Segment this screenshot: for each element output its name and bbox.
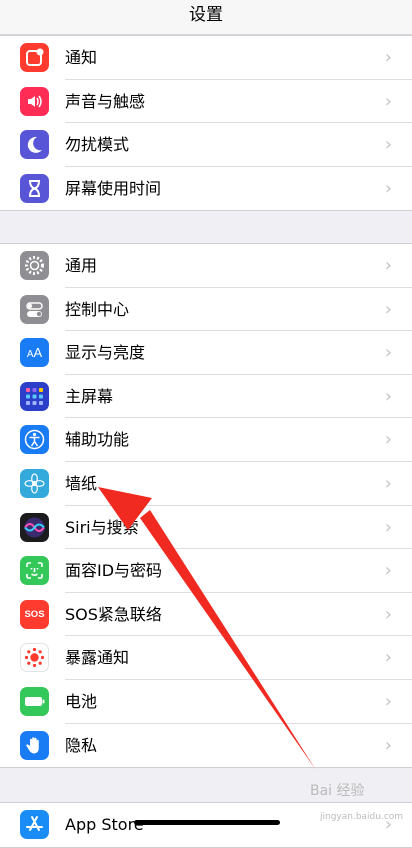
settings-row-home-screen[interactable]: 主屏幕 › (0, 375, 412, 419)
hourglass-icon (20, 173, 49, 203)
row-label: Siri与搜索 (65, 517, 139, 537)
sounds-icon (20, 86, 49, 116)
chevron-right-icon: › (384, 690, 392, 712)
settings-row-exposure-notifications[interactable]: 暴露通知 › (0, 636, 412, 680)
row-label: SOS紧急联络 (65, 604, 162, 624)
row-label: 屏幕使用时间 (65, 178, 162, 198)
settings-row-accessibility[interactable]: 辅助功能 › (0, 418, 412, 462)
exposure-icon (20, 643, 49, 673)
battery-icon (20, 686, 49, 716)
accessibility-icon (20, 425, 49, 455)
sos-icon-text: SOS (24, 608, 45, 620)
settings-row-sounds[interactable]: 声音与触感 › (0, 80, 412, 124)
settings-row-display-brightness[interactable]: AA 显示与亮度 › (0, 331, 412, 375)
row-label: 控制中心 (65, 299, 130, 319)
row-label: 面容ID与密码 (65, 561, 163, 581)
navigation-bar: 设置 (0, 0, 412, 35)
row-label: 勿扰模式 (65, 135, 130, 155)
row-label: 电池 (65, 691, 98, 711)
settings-row-battery[interactable]: 电池 › (0, 680, 412, 724)
row-label: App Store (65, 815, 144, 834)
chevron-right-icon: › (384, 516, 392, 538)
siri-icon (20, 512, 49, 542)
watermark: Bai 经验 (310, 783, 365, 799)
row-label: 主屏幕 (65, 386, 114, 406)
row-label: 通用 (65, 256, 98, 275)
chevron-right-icon: › (384, 134, 392, 156)
chevron-right-icon: › (384, 472, 392, 494)
home-grid-icon (20, 381, 49, 411)
chevron-right-icon: › (384, 90, 392, 112)
settings-row-do-not-disturb[interactable]: 勿扰模式 › (0, 123, 412, 167)
sos-icon: SOS (20, 599, 49, 629)
face-id-icon (20, 556, 49, 586)
moon-icon (20, 130, 49, 160)
gear-icon (20, 251, 49, 280)
settings-group-2: 通用 › 控制中心 › AA 显示与亮度 › 主屏幕 › 辅助功能 › 墙纸 ›… (0, 243, 412, 769)
chevron-right-icon: › (384, 47, 392, 68)
row-label: 辅助功能 (65, 430, 130, 450)
settings-row-control-center[interactable]: 控制中心 › (0, 288, 412, 332)
chevron-right-icon: › (384, 603, 392, 625)
home-indicator (134, 820, 280, 825)
settings-row-general[interactable]: 通用 › (0, 244, 412, 288)
chevron-right-icon: › (384, 385, 392, 407)
notifications-icon (20, 43, 49, 72)
row-label: 隐私 (65, 735, 98, 755)
chevron-right-icon: › (384, 255, 392, 276)
settings-group-1: 通知 › 声音与触感 › 勿扰模式 › 屏幕使用时间 › (0, 35, 412, 212)
chevron-right-icon: › (384, 298, 392, 320)
toggles-icon (20, 294, 49, 324)
chevron-right-icon: › (384, 814, 392, 835)
row-label: 墙纸 (65, 473, 98, 493)
settings-row-wallpaper[interactable]: 墙纸 › (0, 462, 412, 506)
row-label: 暴露通知 (65, 648, 130, 668)
chevron-right-icon: › (384, 177, 392, 199)
app-store-icon (20, 810, 49, 839)
row-label: 声音与触感 (65, 91, 146, 111)
watermark-url: jingyan.baidu.com (320, 812, 404, 822)
chevron-right-icon: › (384, 734, 392, 756)
chevron-right-icon: › (384, 647, 392, 669)
text-size-icon: AA (20, 338, 49, 368)
hand-icon (20, 730, 49, 760)
chevron-right-icon: › (384, 429, 392, 451)
settings-row-notifications[interactable]: 通知 › (0, 36, 412, 80)
settings-row-siri-search[interactable]: Siri与搜索 › (0, 506, 412, 550)
row-label: 显示与亮度 (65, 343, 146, 363)
page-title: 设置 (189, 5, 223, 25)
row-label: 通知 (65, 48, 98, 67)
chevron-right-icon: › (384, 342, 392, 364)
settings-row-privacy[interactable]: 隐私 › (0, 724, 412, 768)
settings-row-emergency-sos[interactable]: SOS SOS紧急联络 › (0, 593, 412, 637)
chevron-right-icon: › (384, 560, 392, 582)
wallpaper-flower-icon (20, 468, 49, 498)
settings-row-screen-time[interactable]: 屏幕使用时间 › (0, 167, 412, 211)
settings-row-face-id-passcode[interactable]: 面容ID与密码 › (0, 549, 412, 593)
